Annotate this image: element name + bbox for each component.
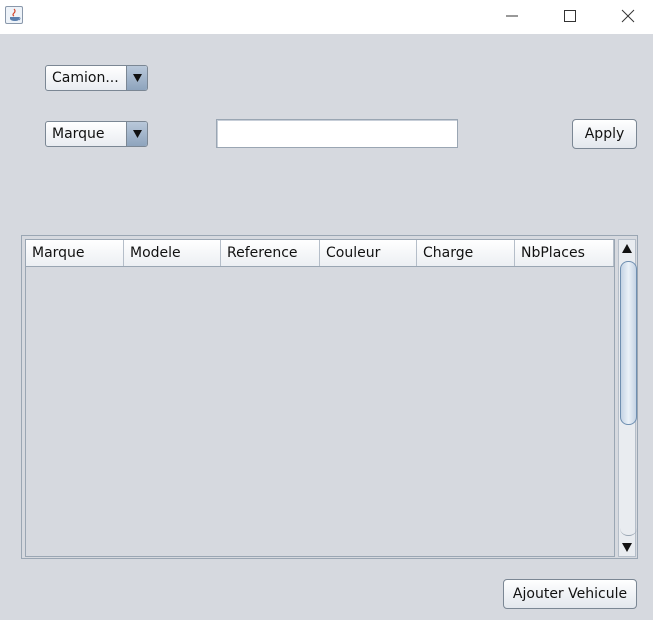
scroll-up-button[interactable] (619, 240, 635, 257)
vertical-scrollbar[interactable] (618, 239, 637, 557)
column-header-charge[interactable]: Charge (417, 240, 515, 266)
column-header-reference[interactable]: Reference (221, 240, 320, 266)
column-header-modele[interactable]: Modele (124, 240, 221, 266)
table-body[interactable] (26, 267, 614, 556)
minimize-icon (506, 15, 518, 17)
table-header: Marque Modele Reference Couleur Charge N… (26, 240, 614, 267)
column-header-nbplaces[interactable]: NbPlaces (515, 240, 614, 266)
add-vehicle-button[interactable]: Ajouter Vehicule (503, 579, 637, 609)
scroll-down-button[interactable] (619, 539, 635, 556)
scrollbar-track-end (620, 516, 637, 536)
column-header-marque[interactable]: Marque (26, 240, 124, 266)
close-button[interactable] (605, 0, 651, 32)
combo-arrow-button[interactable] (126, 66, 147, 90)
scrollbar-thumb[interactable] (620, 261, 637, 425)
arrow-down-icon (622, 543, 632, 552)
title-bar (0, 0, 653, 34)
search-input[interactable] (216, 119, 458, 148)
apply-button[interactable]: Apply (572, 119, 637, 149)
vehicle-type-combo[interactable]: Camion... (45, 65, 148, 91)
vehicle-table-scrollpane: Marque Modele Reference Couleur Charge N… (21, 235, 638, 559)
java-cup-icon[interactable] (5, 6, 23, 24)
combo-arrow-button[interactable] (126, 122, 147, 146)
column-header-couleur[interactable]: Couleur (320, 240, 417, 266)
minimize-button[interactable] (489, 0, 535, 32)
chevron-down-icon (133, 74, 142, 82)
vehicle-table[interactable]: Marque Modele Reference Couleur Charge N… (25, 239, 615, 557)
chevron-down-icon (133, 130, 142, 138)
search-field-combo[interactable]: Marque (45, 121, 148, 147)
close-icon (621, 9, 635, 23)
maximize-icon (564, 10, 576, 22)
vehicle-type-value: Camion... (52, 70, 119, 86)
search-field-value: Marque (52, 126, 105, 142)
maximize-button[interactable] (547, 0, 593, 32)
arrow-up-icon (622, 244, 632, 253)
